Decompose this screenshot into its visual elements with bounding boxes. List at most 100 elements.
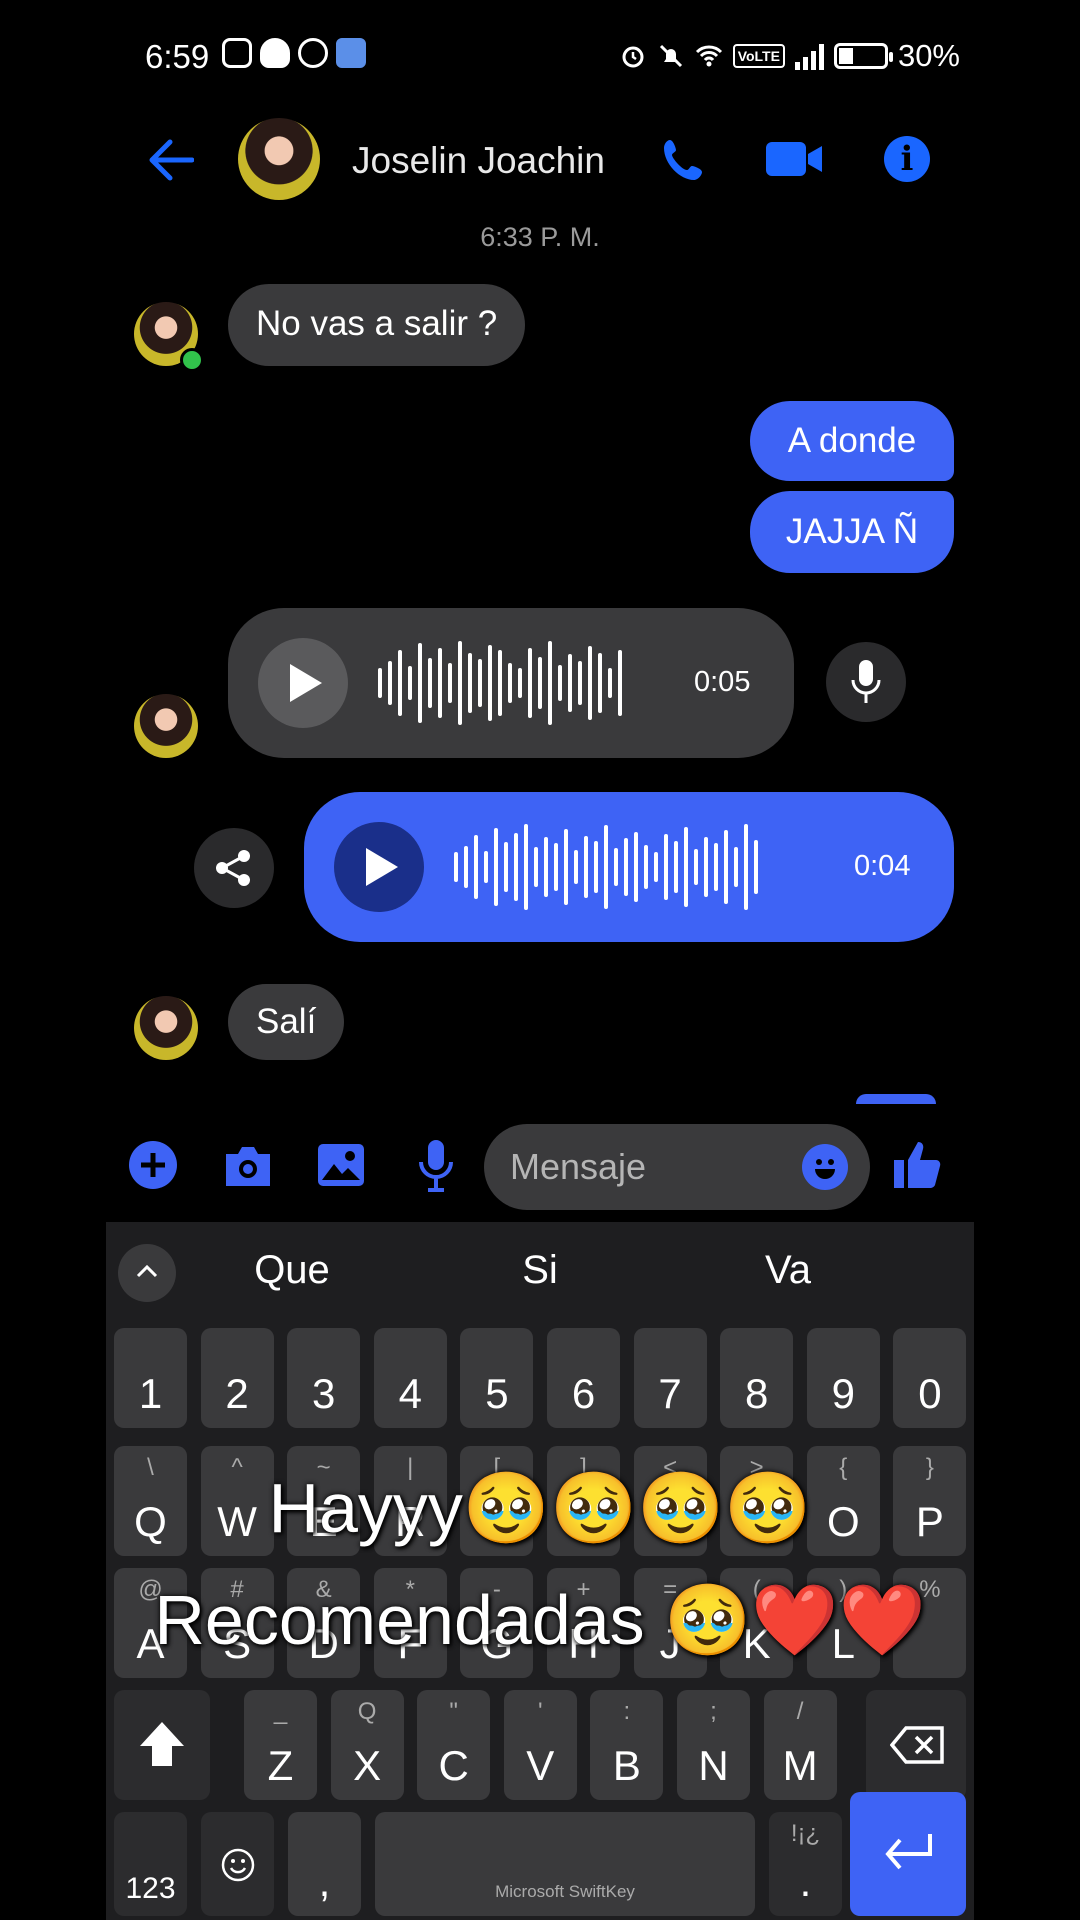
waveform-bar [534,847,538,887]
waveform-bar [694,849,698,885]
key-0[interactable]: 0 [893,1328,967,1428]
key-secondary-label: _ [273,1698,288,1725]
key-label: X [353,1742,382,1789]
key-2[interactable]: 2 [200,1328,274,1428]
info-icon[interactable]: i [884,136,930,182]
backspace-key[interactable] [866,1690,966,1800]
microphone-icon [851,660,881,703]
toolbar-expand-button[interactable] [118,1244,176,1302]
emoji-key[interactable] [201,1812,274,1916]
phone-call-icon[interactable] [660,136,708,184]
back-arrow-icon[interactable] [148,138,194,182]
gallery-icon[interactable] [318,1144,364,1186]
key-n[interactable]: ; N [677,1690,750,1800]
key-label: Z [267,1742,294,1789]
waveform-bar [518,668,522,698]
play-icon [366,848,398,886]
thumbs-up-icon[interactable] [892,1138,942,1190]
battery-percent: 30% [897,38,960,73]
emoji-face-icon [221,1848,255,1882]
key-7[interactable]: 7 [633,1328,707,1428]
contact-avatar-small[interactable] [134,996,198,1060]
message-bubble-incoming[interactable]: No vas a salir ? [228,284,526,366]
waveform-bar [598,653,602,713]
enter-key[interactable] [850,1792,966,1916]
snapchat-icon [260,38,290,68]
key-b[interactable]: :B [590,1690,664,1800]
key-3[interactable]: 3 [287,1328,361,1428]
instagram-icon [222,38,252,68]
key-secondary-label: / [796,1698,804,1725]
share-button[interactable] [194,828,274,908]
waveform-bar [654,852,658,882]
waveform-bar [544,837,548,897]
play-button[interactable] [258,638,348,728]
add-plus-icon[interactable] [128,1140,178,1190]
audio-duration: 0:04 [854,850,911,882]
waveform-bar [634,832,638,902]
audio-waveform [378,638,622,728]
key-label: 7 [658,1370,682,1417]
key-5[interactable]: 5 [460,1328,534,1428]
space-key[interactable]: Microsoft SwiftKey [375,1812,755,1916]
waveform-bar [478,659,482,707]
message-input[interactable]: Mensaje [484,1124,870,1210]
waveform-bar [608,668,612,698]
key-m[interactable]: / M [763,1690,837,1800]
emoji-icon[interactable] [802,1144,848,1190]
key-label: 6 [571,1370,596,1417]
waveform-bar [538,657,542,709]
microphone-icon[interactable] [418,1138,454,1192]
audio-message-outgoing[interactable]: 0:04 [304,792,954,942]
waveform-bar [588,646,592,720]
contact-name[interactable]: Joselin Joachin [352,140,605,182]
numbers-key[interactable]: 123 [114,1812,187,1916]
waveform-bar [714,843,718,891]
comma-key[interactable]: , [288,1812,361,1916]
shift-key[interactable] [114,1690,210,1800]
key-v[interactable]: ' V [503,1690,577,1800]
smile-face-icon [815,1159,835,1179]
period-key[interactable]: !¡¿. [769,1812,842,1916]
audio-message-incoming[interactable]: 0:05 [228,608,794,758]
camera-icon[interactable] [222,1144,274,1188]
waveform-bar [418,643,422,723]
contact-avatar-small[interactable] [134,694,198,758]
suggestion-3[interactable]: Va [688,1248,888,1293]
contact-avatar[interactable] [238,118,320,200]
waveform-bar [398,650,402,716]
waveform-bar [618,650,622,716]
waveform-bar [724,830,728,904]
suggestion-1[interactable]: Que [192,1248,392,1293]
video-call-icon[interactable] [766,140,824,178]
key-8[interactable]: 8 [720,1328,794,1428]
mute-icon [659,44,682,68]
message-bubble-outgoing[interactable]: JAJJA Ñ [750,491,954,573]
waveform-bar [674,841,678,893]
waveform-bar [574,850,578,884]
key-c[interactable]: " C [417,1690,491,1800]
space-key-label: Microsoft SwiftKey [495,1882,635,1901]
waveform-bar [754,840,758,894]
message-bubble-outgoing[interactable]: A donde [750,401,954,481]
suggestion-2[interactable]: Si [440,1248,640,1293]
key-label: 1 [138,1370,163,1417]
volte-badge: VoLTE [732,44,785,68]
waveform-bar [604,825,608,909]
key-6[interactable]: 6 [547,1328,620,1428]
waveform-bar [448,663,452,703]
key-x[interactable]: QX [330,1690,404,1800]
key-1[interactable]: 1 [114,1328,187,1428]
play-button[interactable] [334,822,424,912]
waveform-bar [408,666,412,700]
online-indicator [180,348,204,372]
voice-reply-button[interactable] [826,642,906,722]
share-icon [216,850,250,886]
key-9[interactable]: 9 [806,1328,880,1428]
key-z[interactable]: _ Z [244,1690,317,1800]
key-4[interactable]: 4 [373,1328,447,1428]
waveform-bar [684,827,688,907]
waveform-bar [388,661,392,705]
key-secondary-label: Q [357,1698,377,1725]
message-bubble-incoming[interactable]: Salí [228,984,345,1060]
